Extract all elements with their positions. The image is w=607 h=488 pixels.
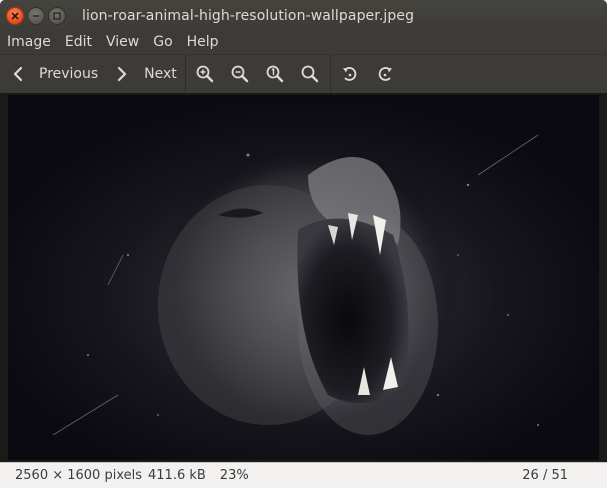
menu-view[interactable]: View <box>99 31 146 54</box>
zoom-level: 23% <box>219 468 249 483</box>
window-title: lion-roar-animal-high-resolution-wallpap… <box>82 7 415 24</box>
toolbar: Previous Next <box>0 54 607 93</box>
zoom-in-icon <box>196 65 214 83</box>
status-bar: 2560 × 1600 pixels 411.6 kB 23% 26 / 51 <box>0 462 607 488</box>
toolbar-separator <box>184 55 186 93</box>
rotate-right-icon <box>379 67 393 81</box>
minimize-icon <box>33 14 39 17</box>
zoom-fit-button[interactable] <box>293 58 328 90</box>
zoom-out-button[interactable] <box>223 58 258 90</box>
toolbar-separator <box>329 55 331 93</box>
image-dimensions: 2560 × 1600 pixels <box>15 468 142 483</box>
close-icon <box>11 11 19 20</box>
maximize-window-button[interactable] <box>48 6 66 25</box>
menu-bar: Image Edit View Go Help <box>0 31 607 54</box>
rotate-left-icon <box>343 67 357 81</box>
rotate-left-button[interactable] <box>333 58 368 90</box>
title-bar[interactable]: lion-roar-animal-high-resolution-wallpap… <box>0 0 607 31</box>
image-viewport[interactable] <box>0 93 607 462</box>
chevron-left-icon <box>13 66 23 82</box>
menu-go[interactable]: Go <box>146 31 179 54</box>
window-controls <box>6 6 66 25</box>
close-window-button[interactable] <box>6 6 24 25</box>
image-position: 26 / 51 <box>522 468 568 483</box>
rotate-right-button[interactable] <box>368 58 403 90</box>
maximize-icon <box>53 11 61 20</box>
lion-roar-photo <box>8 95 599 460</box>
image-filesize: 411.6 kB <box>148 468 206 483</box>
chevron-right-icon <box>118 66 127 82</box>
zoom-out-icon <box>231 65 249 83</box>
previous-button[interactable]: Previous <box>0 58 104 90</box>
menu-image[interactable]: Image <box>0 31 58 54</box>
menu-help[interactable]: Help <box>180 31 226 54</box>
zoom-normal-icon <box>266 65 284 83</box>
previous-label: Previous <box>39 66 99 82</box>
menu-edit[interactable]: Edit <box>58 31 99 54</box>
next-label: Next <box>144 66 177 82</box>
minimize-window-button[interactable] <box>27 6 45 25</box>
zoom-in-button[interactable] <box>188 58 223 90</box>
lion-roar-image <box>8 95 599 460</box>
next-button[interactable]: Next <box>104 58 183 90</box>
zoom-normal-button[interactable] <box>258 58 293 90</box>
zoom-fit-icon <box>301 65 319 83</box>
image-viewer-window: lion-roar-animal-high-resolution-wallpap… <box>0 0 607 488</box>
